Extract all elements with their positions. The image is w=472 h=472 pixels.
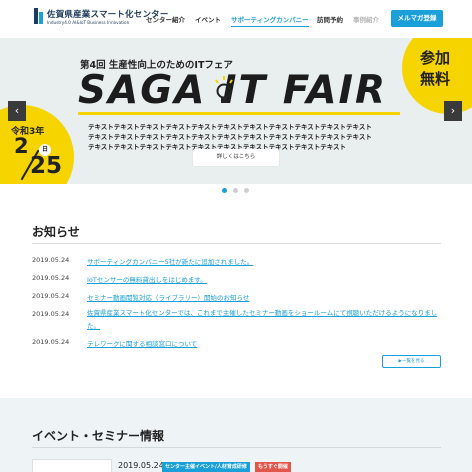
date-day-of-week: 日 bbox=[39, 144, 51, 156]
nav-supporting-company[interactable]: サポーティングカンパニー bbox=[231, 14, 309, 27]
event-date: 2019.05.24 bbox=[118, 461, 164, 470]
nav-visit-reservation[interactable]: 訪問予約 bbox=[317, 14, 343, 24]
event-category-tag: センター主催イベント/人材育成研修 bbox=[162, 462, 250, 472]
hero-underline bbox=[78, 112, 400, 115]
nav-case-studies[interactable]: 事例紹介 bbox=[353, 14, 379, 24]
news-heading: お知らせ bbox=[32, 225, 80, 239]
hero-slider: 参加 無料 第4回 生産性向上のためのITフェア SAGA IT FAIR テキ… bbox=[0, 38, 472, 184]
chevron-left-icon[interactable]: ‹ bbox=[8, 101, 26, 121]
news-divider bbox=[32, 243, 441, 244]
event-status-tag: もうすぐ開催 bbox=[255, 462, 291, 472]
news-link[interactable]: セミナー動画閲覧対応（ライブラリー）開始のお知らせ bbox=[87, 292, 249, 302]
hero-text-line: テキストテキストテキストテキストテキストテキストテキストテキストテキストテキスト… bbox=[88, 123, 372, 131]
news-date: 2019.05.24 bbox=[32, 256, 70, 264]
lightbulb-icon bbox=[215, 76, 233, 103]
date-month: 2 bbox=[14, 134, 29, 158]
news-link[interactable]: テレワークに関する相談窓口について bbox=[87, 338, 197, 348]
hero-text-line: テキストテキストテキストテキストテキストテキストテキストテキストテキストテキスト… bbox=[88, 133, 372, 141]
logo-mark-icon bbox=[34, 8, 43, 24]
news-date: 2019.05.24 bbox=[32, 310, 70, 318]
chevron-right-icon[interactable]: › bbox=[444, 101, 462, 121]
event-thumbnail[interactable] bbox=[32, 459, 112, 472]
slider-dot[interactable] bbox=[233, 188, 238, 193]
newsletter-signup-button[interactable]: メルマガ登録 bbox=[391, 10, 443, 27]
date-day: 25 bbox=[30, 153, 63, 179]
logo-subtitle: Industry4.0 AI&IoT Business Innovation bbox=[47, 20, 130, 25]
news-more-button[interactable]: ▶一覧を見る bbox=[382, 355, 441, 368]
events-divider bbox=[32, 447, 441, 448]
free-badge-line1: 参加 bbox=[420, 49, 451, 67]
news-date: 2019.05.24 bbox=[32, 292, 70, 300]
slider-dot[interactable] bbox=[222, 188, 227, 193]
nav-events[interactable]: イベント bbox=[195, 14, 221, 24]
news-date: 2019.05.24 bbox=[32, 338, 70, 346]
free-badge-line2: 無料 bbox=[420, 70, 451, 88]
slider-dot[interactable] bbox=[244, 188, 249, 193]
hero-detail-button[interactable]: 詳しくはこちら bbox=[193, 149, 279, 166]
nav-center-intro[interactable]: センター紹介 bbox=[146, 14, 185, 24]
news-link[interactable]: サポーティングカンパニー5社が新たに追加されました。 bbox=[87, 256, 253, 266]
news-date: 2019.05.24 bbox=[32, 274, 70, 282]
events-heading: イベント・セミナー情報 bbox=[32, 429, 165, 443]
news-link[interactable]: IoTセンサーの無料貸出しをはじめます。 bbox=[87, 274, 207, 284]
news-link[interactable]: 佐賀県産業スマート化センターでは、これまで主催したセミナー動画をショールームにて… bbox=[87, 307, 443, 333]
site-header: 佐賀県産業スマート化センター Industry4.0 AI&IoT Busine… bbox=[0, 0, 472, 38]
